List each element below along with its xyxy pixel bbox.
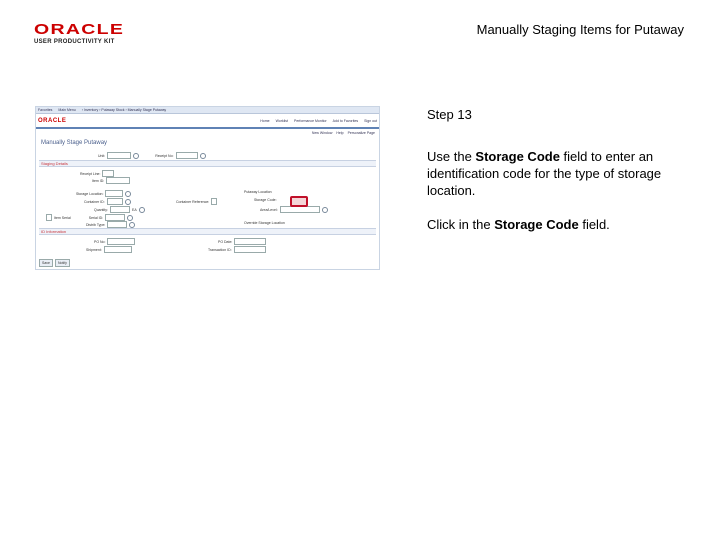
document-title: Manually Staging Items for Putaway [476,22,684,37]
notify-button[interactable]: Notify [54,259,70,267]
step-number: Step 13 [427,107,472,122]
instruction-paragraph-2: Click in the Storage Code field. [427,217,610,232]
screenshot-brand-bar: ORACLE Home Worklist Performance Monitor Ad… [38,117,377,124]
id-information-section: ID Information [39,228,376,235]
storage-code-field[interactable] [290,196,308,207]
application-screenshot: Favorites Main Menu › Inventory › Putaway … [35,106,380,270]
logo-oracle-text: ORACLE [34,21,125,38]
instruction-paragraph-1: Use the Storage Code field to enter an i… [427,149,662,198]
storage-code-emphasis-2: Storage Code [494,217,579,232]
screenshot-page-title: Manually Stage Putaway [41,140,108,146]
storage-code-row: Storage Code: [254,198,277,202]
screenshot-brand: ORACLE [38,117,67,124]
instruction-text: Use the Storage Code field to enter an i… [427,148,689,250]
save-button[interactable]: Save [39,259,53,267]
staging-details-section: Staging Details [39,160,376,167]
logo-sub-text: USER PRODUCTIVITY KIT [34,39,115,45]
screenshot-breadcrumb-bar: Favorites Main Menu › Inventory › Putaway … [36,107,379,114]
storage-code-emphasis: Storage Code [475,149,560,164]
oracle-upk-logo: ORACLE USER PRODUCTIVITY KIT [34,22,126,45]
